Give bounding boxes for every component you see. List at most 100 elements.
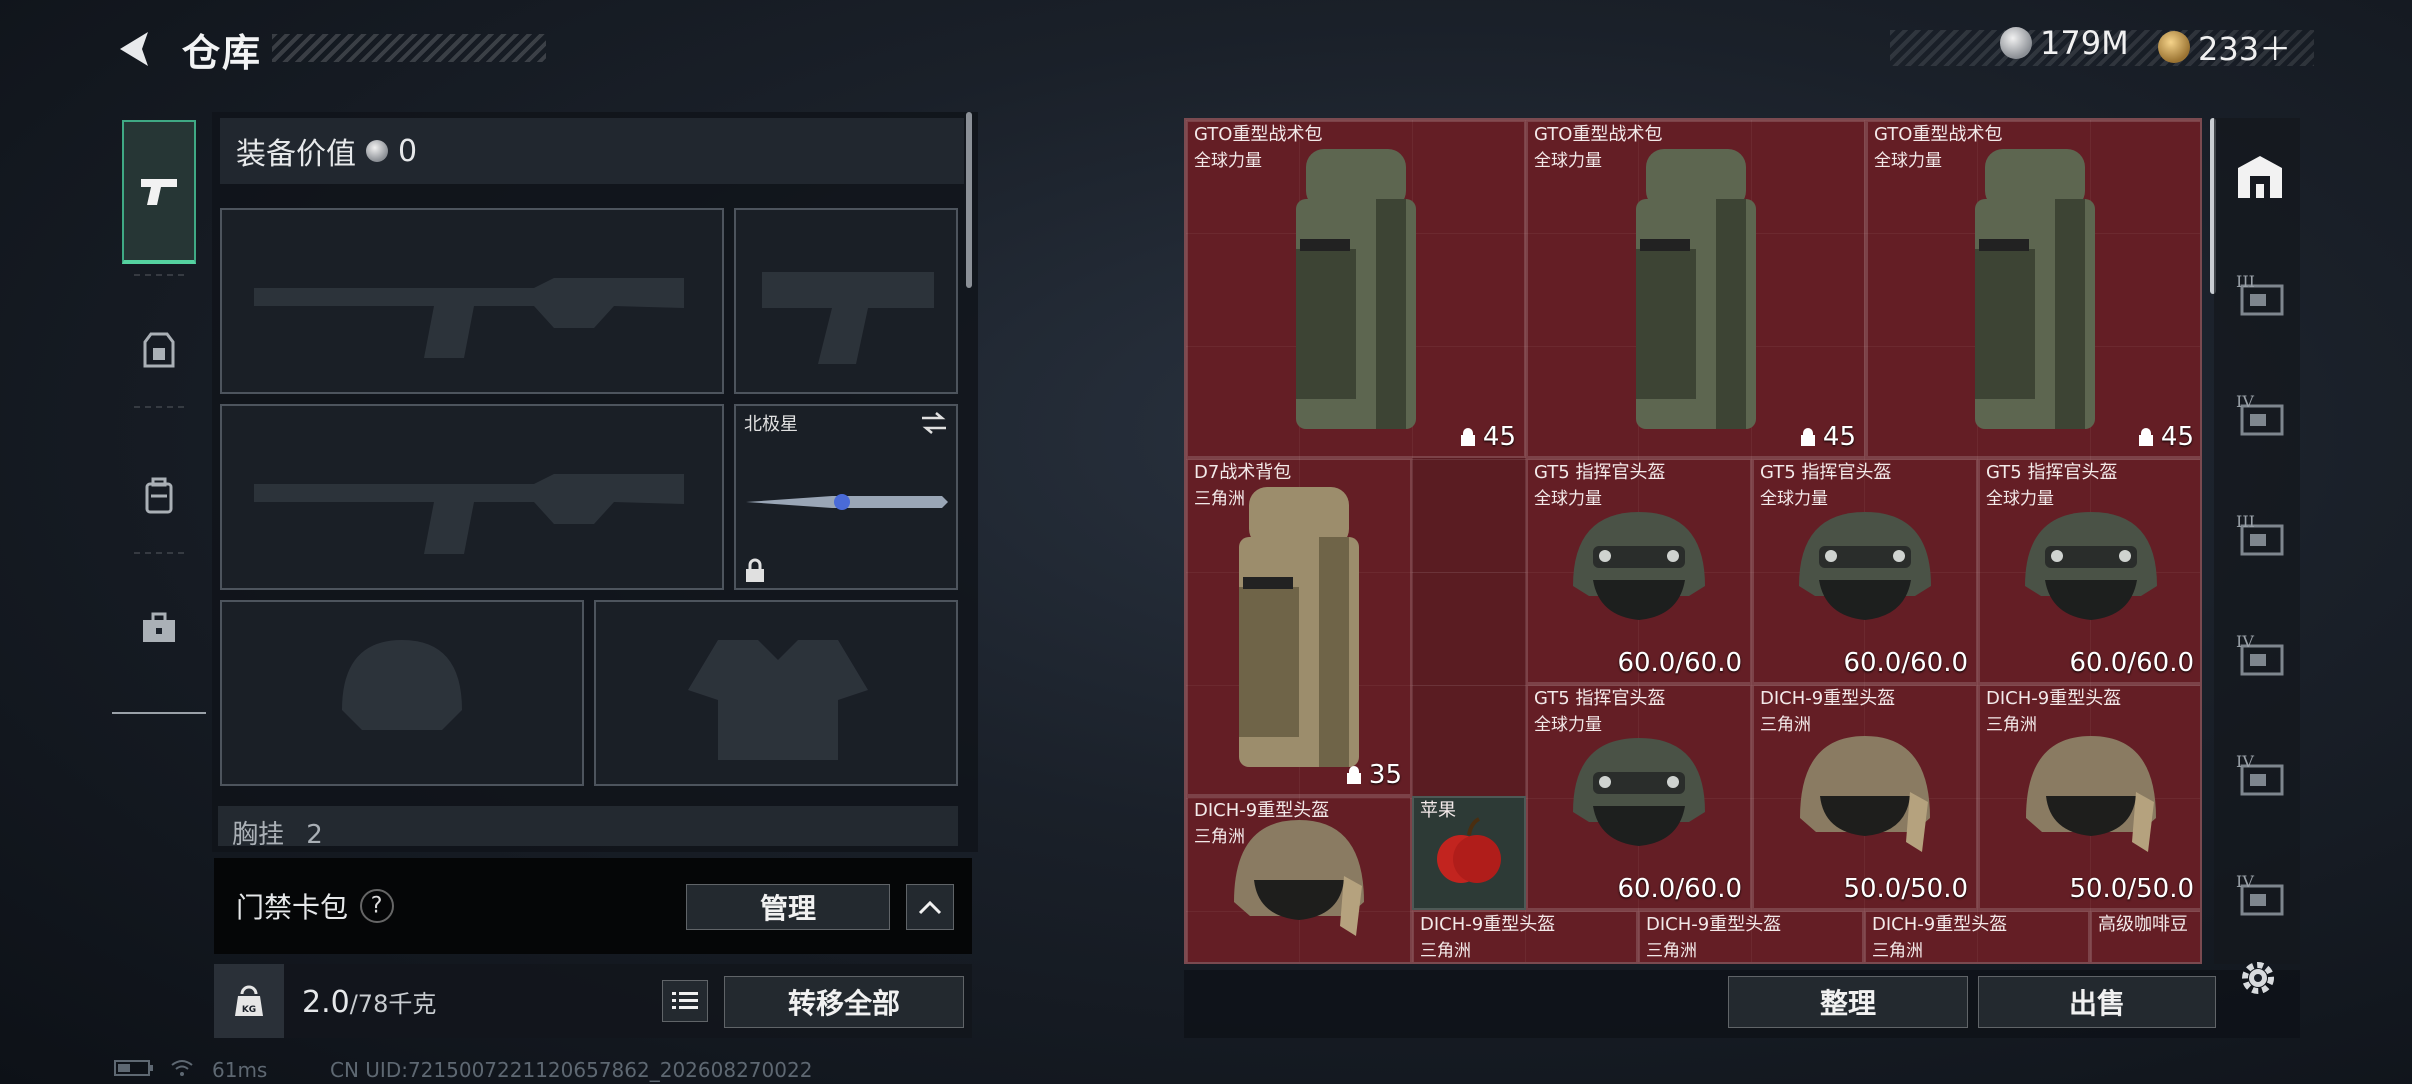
sort-button[interactable]: 整理: [1728, 976, 1968, 1028]
sell-button[interactable]: 出售: [1978, 976, 2216, 1028]
item-source: 全球力量: [1986, 489, 2054, 509]
stash-page-tab[interactable]: IV: [2232, 872, 2288, 922]
item-source: 三角洲: [1194, 827, 1245, 847]
knife-icon: [746, 494, 948, 510]
settings-button[interactable]: [2236, 956, 2280, 1004]
item-value: 35: [1345, 760, 1402, 790]
helmet-icon: [1800, 736, 1930, 852]
item-name: DICH-9重型头盔: [1760, 688, 1896, 709]
primary-weapon-slot-1[interactable]: [220, 208, 724, 394]
wifi-icon: [170, 1058, 194, 1082]
stash-page-tab[interactable]: IV: [2232, 392, 2288, 442]
item-name: GT5 指挥官头盔: [1534, 688, 1666, 709]
stash-item[interactable]: DICH-9重型头盔 三角洲 50.0/50.0: [1978, 684, 2200, 910]
helmet-icon: [1573, 738, 1705, 846]
item-value: 45: [1799, 422, 1856, 452]
transfer-all-button[interactable]: 转移全部: [724, 976, 964, 1028]
stash-page-level: III: [2236, 272, 2255, 291]
equipment-scrollbar[interactable]: [966, 112, 972, 288]
expand-button[interactable]: [906, 884, 954, 930]
stash-item[interactable]: GT5 指挥官头盔 全球力量 60.0/60.0: [1526, 684, 1752, 910]
stash-page-tab[interactable]: III: [2232, 272, 2288, 322]
stash-item[interactable]: 高级咖啡豆: [2090, 910, 2200, 962]
stash-page-tab[interactable]: IV: [2232, 752, 2288, 802]
stash-item[interactable]: DICH-9重型头盔 三角洲 50.0/50.0: [1752, 684, 1978, 910]
stash-item[interactable]: GTO重型战术包 全球力量 45: [1866, 120, 2200, 458]
backpack-icon: [145, 477, 173, 514]
list-icon: [672, 992, 698, 1009]
gold-currency[interactable]: 233＋: [2158, 24, 2291, 70]
tab-weapons[interactable]: [122, 120, 196, 264]
stash-item[interactable]: DICH-9重型头盔 三角洲: [1638, 910, 1864, 964]
manage-button[interactable]: 管理: [686, 884, 890, 930]
helmet-icon: [1799, 512, 1931, 620]
helmet-icon: [1676, 952, 1826, 964]
stash-item[interactable]: D7战术背包 三角洲 35: [1186, 458, 1412, 796]
gear-icon: [2242, 962, 2274, 994]
pistol-silhouette-icon: [762, 272, 934, 364]
item-source: 三角洲: [1760, 715, 1811, 735]
silver-currency[interactable]: 179M: [2000, 24, 2129, 62]
stash-page-level: IV: [2236, 392, 2254, 411]
ping-readout: 61ms: [212, 1058, 268, 1082]
armor-slot[interactable]: [594, 600, 958, 786]
item-value: 60.0/60.0: [1843, 648, 1968, 678]
pistol-slot[interactable]: [734, 208, 958, 394]
chest-rig-row[interactable]: 胸挂 2: [218, 806, 958, 846]
capacity-icon: [1346, 766, 1361, 784]
weight-readout: 2.0/78千克: [302, 984, 436, 1020]
stash-item[interactable]: GT5 指挥官头盔 全球力量 60.0/60.0: [1526, 458, 1752, 684]
gold-coin-icon: [2158, 31, 2190, 63]
item-source: 全球力量: [1534, 151, 1602, 171]
list-view-button[interactable]: [662, 980, 708, 1022]
title-decoration: [272, 34, 546, 62]
tab-backpack[interactable]: [122, 424, 196, 568]
uid-readout: CN UID:7215007221120657862_202608270022: [330, 1058, 813, 1082]
stash-page-tab[interactable]: III: [2232, 512, 2288, 562]
item-source: 三角洲: [1194, 489, 1245, 509]
stash-item[interactable]: GT5 指挥官头盔 全球力量 60.0/60.0: [1978, 458, 2200, 684]
tab-toolbox[interactable]: [122, 556, 196, 700]
melee-slot[interactable]: 北极星: [734, 404, 958, 590]
silver-amount: 179M: [2040, 24, 2129, 62]
item-name: DICH-9重型头盔: [1194, 800, 1330, 821]
rifle-silhouette-icon: [254, 474, 684, 554]
helmet-silhouette-icon: [342, 640, 462, 730]
stash-item[interactable]: DICH-9重型头盔 三角洲: [1186, 796, 1412, 962]
stash-page-level: IV: [2236, 872, 2254, 891]
item-source: 全球力量: [1194, 151, 1262, 171]
item-value: 60.0/60.0: [2069, 648, 2194, 678]
stash-item[interactable]: GTO重型战术包 全球力量 45: [1186, 120, 1526, 458]
armor-vest-icon: [143, 332, 175, 368]
weight-current: 2.0: [302, 985, 350, 1020]
help-icon[interactable]: ?: [352, 881, 402, 931]
stash-page-tab[interactable]: IV: [2232, 632, 2288, 682]
pistol-icon: [141, 179, 177, 205]
stash-item[interactable]: DICH-9重型头盔 三角洲: [1864, 910, 2090, 962]
backpack-icon: [1636, 149, 1756, 429]
backpack-icon: [1296, 149, 1416, 429]
stash-home-tab[interactable]: [2232, 152, 2288, 202]
kettlebell-icon: KG: [235, 985, 263, 1016]
stash-item[interactable]: DICH-9重型头盔 三角洲: [1412, 910, 1638, 962]
stash-item[interactable]: GT5 指挥官头盔 全球力量 60.0/60.0: [1752, 458, 1978, 684]
helmet-slot[interactable]: [220, 600, 584, 786]
equipment-value-label: 装备价值: [236, 137, 356, 172]
item-source: 三角洲: [1420, 941, 1471, 961]
helmet-icon: [1234, 820, 1364, 936]
stash-item[interactable]: 苹果: [1412, 796, 1526, 910]
primary-weapon-slot-2[interactable]: [220, 404, 724, 590]
item-value: 45: [2137, 422, 2194, 452]
back-button[interactable]: [112, 26, 158, 72]
svg-text:KG: KG: [242, 1005, 256, 1015]
stash-item[interactable]: GTO重型战术包 全球力量 45: [1526, 120, 1866, 458]
item-name: DICH-9重型头盔: [1646, 914, 1782, 935]
apple-icon: [1437, 817, 1501, 883]
swap-icon[interactable]: [920, 412, 948, 434]
chest-rig-label: 胸挂: [232, 820, 285, 846]
tab-armor[interactable]: [122, 278, 196, 422]
stash-grid: GTO重型战术包 全球力量 45 GTO重型战术包 全球力量 45 GTO重型战术包 全球…: [1184, 118, 2202, 964]
battery-icon: [114, 1058, 154, 1082]
item-source: 全球力量: [1534, 715, 1602, 735]
item-name: GT5 指挥官头盔: [1760, 462, 1892, 483]
